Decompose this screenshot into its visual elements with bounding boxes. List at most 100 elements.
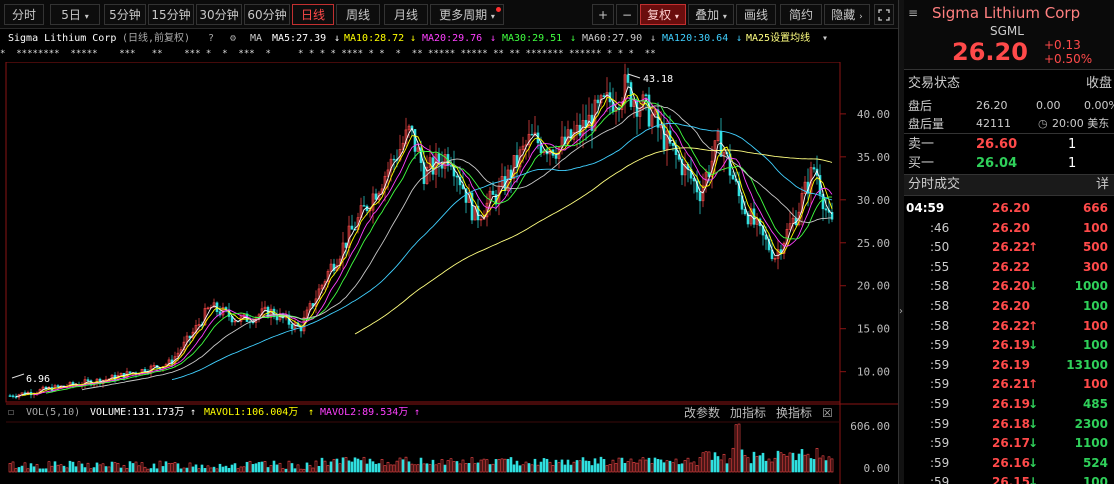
volume-bar bbox=[398, 457, 402, 473]
tick-time: :58 bbox=[930, 318, 950, 333]
period-intraday-button[interactable]: 分时 bbox=[4, 4, 44, 25]
volume-bar bbox=[773, 457, 777, 473]
volume-bar bbox=[581, 457, 585, 473]
volume-bar bbox=[725, 463, 729, 473]
tick-row: :46 26.20 100 bbox=[904, 218, 1114, 238]
tick-time: :58 bbox=[930, 299, 950, 313]
after-hours-volume: 42111 bbox=[976, 117, 1011, 130]
volume-bar bbox=[740, 449, 744, 473]
volume-bar bbox=[617, 457, 621, 473]
price-label: 35.00 bbox=[857, 151, 890, 164]
tick-qty: 13100 bbox=[1066, 357, 1108, 372]
period-daily-button[interactable]: 日线 bbox=[292, 4, 334, 25]
tick-row: :59 26.19 ↓ 100 bbox=[904, 335, 1114, 355]
hide-button[interactable]: 隐藏 › bbox=[824, 4, 870, 25]
volume-bar bbox=[560, 459, 564, 473]
close-icon[interactable]: ☒ bbox=[822, 404, 833, 422]
ticks-header: 分时成交 详 bbox=[904, 174, 1114, 196]
add-indicator-button[interactable]: 加指标 bbox=[730, 404, 766, 422]
help-icon[interactable]: ? bbox=[208, 29, 214, 48]
gear-icon[interactable]: ⚙ bbox=[230, 29, 236, 48]
price-label: 10.00 bbox=[857, 366, 890, 379]
hide-label: 隐藏 bbox=[831, 8, 856, 22]
volume-bar bbox=[578, 460, 582, 473]
overlay-button[interactable]: 叠加 ▾ bbox=[688, 4, 734, 25]
volume-bar bbox=[176, 463, 180, 473]
volume-bar bbox=[446, 460, 450, 473]
chevron-down-icon[interactable]: ▾ bbox=[822, 29, 828, 48]
tick-row: :55 26.22 300 bbox=[904, 257, 1114, 277]
volume-bar bbox=[761, 452, 765, 473]
volume-bar bbox=[158, 460, 162, 473]
volume-toggle-icon[interactable]: ☐ bbox=[8, 404, 14, 422]
period-30min-button[interactable]: 30分钟 bbox=[196, 4, 242, 25]
volume-bar bbox=[509, 457, 513, 473]
period-60min-button[interactable]: 60分钟 bbox=[244, 4, 290, 25]
volume-bar bbox=[554, 459, 558, 473]
volume-bar bbox=[545, 458, 549, 473]
tick-time: :59 bbox=[930, 397, 950, 411]
period-more-button[interactable]: 更多周期 ▾ bbox=[430, 4, 504, 25]
candle-body bbox=[491, 190, 495, 195]
volume-bar bbox=[458, 463, 462, 473]
candle-body bbox=[530, 133, 534, 136]
candle-body bbox=[275, 316, 279, 321]
zoom-in-button[interactable]: + bbox=[592, 4, 614, 25]
zoom-out-button[interactable]: − bbox=[616, 4, 638, 25]
ma-settings-link[interactable]: MA25设置均线 bbox=[746, 29, 810, 48]
volume-title: VOL(5,10) bbox=[26, 407, 81, 418]
volume-bar bbox=[539, 461, 543, 473]
period-5day-button[interactable]: 5日 ▾ bbox=[50, 4, 100, 25]
volume-bar bbox=[431, 459, 435, 473]
volume-bar bbox=[452, 461, 456, 473]
ticks-detail-button[interactable]: 详 bbox=[1096, 175, 1109, 195]
period-monthly-button[interactable]: 月线 bbox=[384, 4, 428, 25]
period-15min-button[interactable]: 15分钟 bbox=[148, 4, 194, 25]
adjust-button[interactable]: 复权 ▾ bbox=[640, 4, 686, 25]
volume-bar bbox=[488, 464, 492, 473]
volume-bar bbox=[626, 461, 630, 473]
tick-row: 04:59 26.20 666 bbox=[904, 198, 1114, 218]
tick-time: 04:59 bbox=[906, 201, 945, 215]
menu-icon[interactable]: ≡ bbox=[908, 6, 918, 20]
volume-bar bbox=[83, 467, 87, 473]
volume-bar bbox=[368, 458, 372, 473]
bid-qty: 1 bbox=[1068, 156, 1077, 171]
volume-bar bbox=[662, 462, 666, 473]
tick-qty: 2300 bbox=[1074, 416, 1108, 431]
arrow-up-icon: ↑ bbox=[1028, 377, 1039, 392]
volume-bar bbox=[470, 457, 474, 473]
volume-bar bbox=[437, 463, 441, 473]
volume-bar bbox=[401, 459, 405, 473]
volume-bar bbox=[419, 457, 423, 473]
volume-bar bbox=[221, 466, 225, 473]
volume-bar bbox=[152, 463, 156, 473]
candle-body bbox=[554, 155, 558, 159]
candle-body bbox=[350, 225, 354, 230]
period-weekly-button[interactable]: 周线 bbox=[336, 4, 380, 25]
fullscreen-icon[interactable] bbox=[874, 4, 894, 25]
volume-bars bbox=[8, 423, 834, 473]
arrow-up-icon: ↑ bbox=[1028, 240, 1039, 255]
tick-time: :59 bbox=[930, 416, 950, 431]
draw-line-button[interactable]: 画线 bbox=[736, 4, 776, 25]
period-5min-button[interactable]: 5分钟 bbox=[104, 4, 146, 25]
chevron-right-icon[interactable]: › bbox=[899, 306, 903, 317]
volume-bar bbox=[20, 465, 24, 473]
candle-body bbox=[824, 208, 828, 211]
modify-params-button[interactable]: 改参数 bbox=[684, 404, 720, 422]
volume-bar bbox=[584, 460, 588, 473]
volume-bar bbox=[719, 459, 723, 473]
volume-bar bbox=[122, 465, 126, 473]
ma20-arrow-icon: ↓ bbox=[490, 33, 497, 44]
tick-price: 26.22 bbox=[992, 318, 1030, 333]
switch-indicator-button[interactable]: 换指标 bbox=[776, 404, 812, 422]
volume-bar bbox=[521, 464, 525, 473]
tick-qty: 485 bbox=[1082, 397, 1108, 411]
period-toolbar: 分时 5日 ▾ 5分钟 15分钟 30分钟 60分钟 日线 周线 月线 更多周期… bbox=[0, 0, 898, 29]
simple-mode-button[interactable]: 简约 bbox=[780, 4, 822, 25]
candle-body bbox=[698, 191, 702, 202]
volume-bar bbox=[647, 457, 651, 473]
volume-bar bbox=[605, 465, 609, 473]
volume-bar bbox=[248, 460, 252, 473]
